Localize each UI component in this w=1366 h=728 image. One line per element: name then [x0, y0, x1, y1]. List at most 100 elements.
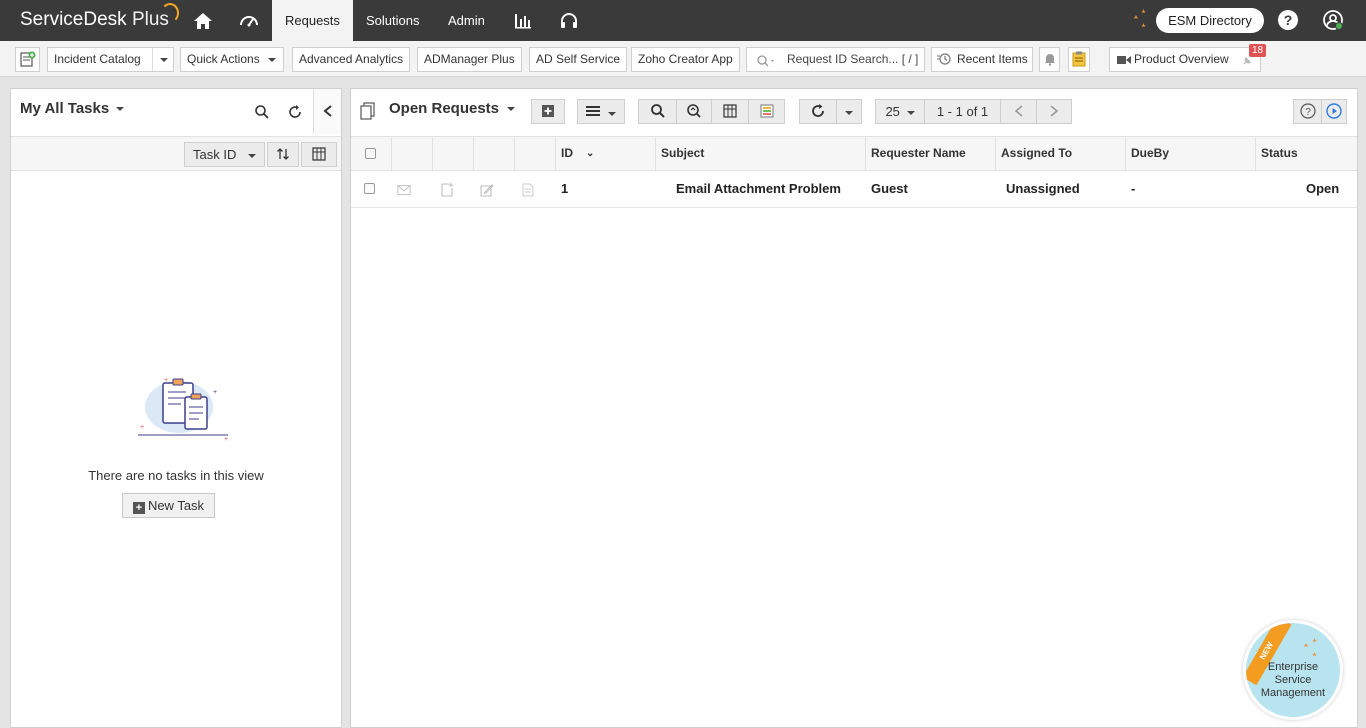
- chevron-down-icon: [116, 107, 125, 112]
- play-circle-icon: [1326, 103, 1342, 119]
- request-id-cell[interactable]: 1: [561, 171, 568, 207]
- tab-admin[interactable]: Admin: [435, 0, 498, 41]
- email-icon[interactable]: [397, 183, 411, 197]
- requester-name-cell: Guest: [871, 181, 908, 196]
- incident-catalog-button[interactable]: Incident Catalog: [47, 47, 174, 72]
- pagination-info: 1 - 1 of 1: [924, 99, 1000, 124]
- collapse-panel-button[interactable]: [313, 89, 341, 134]
- due-by-cell: -: [1131, 181, 1136, 196]
- chevron-down-icon: [906, 110, 915, 115]
- esm-line-2: Service: [1274, 674, 1312, 686]
- advanced-search-icon: [687, 104, 701, 118]
- sort-field-label: Task ID: [193, 147, 237, 162]
- quick-actions-label: Quick Actions: [187, 52, 260, 66]
- header-blank: [515, 137, 556, 170]
- column-header-assigned-to[interactable]: Assigned To: [996, 137, 1126, 170]
- color-legend-button[interactable]: [748, 99, 785, 124]
- incident-catalog-label: Incident Catalog: [54, 52, 141, 66]
- sort-field-dropdown[interactable]: Task ID: [184, 142, 265, 167]
- request-id-search-input[interactable]: Request ID Search... [ / ]: [746, 47, 925, 72]
- row-checkbox[interactable]: [364, 183, 375, 194]
- recent-items-button[interactable]: Recent Items: [931, 47, 1033, 72]
- advanced-search-button[interactable]: [676, 99, 711, 124]
- chevron-down-icon[interactable]: [160, 58, 168, 62]
- ad-self-service-button[interactable]: AD Self Service: [529, 47, 628, 72]
- actions-menu-button[interactable]: [577, 99, 625, 124]
- dashboard-icon[interactable]: [238, 10, 260, 32]
- add-request-button[interactable]: [531, 99, 565, 124]
- esm-stars-icon: [1128, 7, 1152, 33]
- new-request-icon[interactable]: [15, 47, 40, 72]
- requests-toolbar: Open Requests 25 1 - 1 of 1 ?: [351, 89, 1357, 136]
- sort-order-button[interactable]: [267, 142, 299, 167]
- user-profile-icon[interactable]: [1322, 9, 1344, 31]
- tasks-sort-bar: Task ID: [11, 136, 341, 171]
- reports-icon[interactable]: [512, 10, 534, 32]
- play-tour-button[interactable]: [1321, 99, 1347, 124]
- column-chooser-button[interactable]: [301, 142, 337, 167]
- zoho-creator-app-button[interactable]: Zoho Creator App: [631, 47, 740, 72]
- tasks-view-selector[interactable]: My All Tasks: [20, 100, 125, 117]
- announcement-bell-icon[interactable]: [1039, 47, 1060, 72]
- help-icon[interactable]: ?: [1278, 10, 1298, 30]
- admanager-plus-button[interactable]: ADManager Plus: [417, 47, 522, 72]
- app-logo[interactable]: ServiceDesk Plus: [20, 3, 179, 31]
- table-grid-icon: [723, 104, 737, 118]
- advanced-analytics-button[interactable]: Advanced Analytics: [292, 47, 411, 72]
- notification-count-badge: 18: [1249, 44, 1267, 57]
- refresh-icon[interactable]: [287, 104, 303, 120]
- header-blank: [474, 137, 515, 170]
- logo-text: ServiceDesk: [20, 9, 127, 30]
- column-header-status[interactable]: Status: [1256, 137, 1357, 170]
- refresh-button[interactable]: [799, 99, 836, 124]
- support-headset-icon[interactable]: [558, 10, 580, 32]
- column-header-label: ID: [561, 146, 573, 160]
- quick-actions-dropdown[interactable]: Quick Actions: [180, 47, 284, 72]
- requests-view-title: Open Requests: [389, 100, 500, 117]
- clipboard-tasks-icon[interactable]: [1068, 47, 1090, 72]
- column-header-due-by[interactable]: DueBy: [1126, 137, 1256, 170]
- search-icon[interactable]: [254, 104, 270, 120]
- history-icon: [937, 53, 951, 65]
- help-circle-icon: ?: [1299, 103, 1316, 119]
- refresh-icon: [812, 104, 824, 117]
- new-task-button[interactable]: + New Task: [122, 493, 215, 518]
- edit-icon[interactable]: [480, 183, 494, 197]
- home-icon[interactable]: [192, 10, 214, 32]
- svg-text:+: +: [224, 436, 228, 443]
- chevron-down-icon: [247, 153, 256, 158]
- esm-directory-button[interactable]: ESM Directory: [1156, 8, 1264, 33]
- column-header-id[interactable]: ID ⌄: [556, 137, 656, 170]
- tab-solutions[interactable]: Solutions: [353, 0, 432, 41]
- next-page-button[interactable]: [1036, 99, 1072, 124]
- chevron-left-icon: [1014, 105, 1023, 117]
- column-header-subject[interactable]: Subject: [656, 137, 866, 170]
- product-overview-button[interactable]: Product Overview: [1109, 47, 1261, 72]
- tab-requests[interactable]: Requests: [272, 0, 353, 41]
- page-size-dropdown[interactable]: 25: [875, 99, 924, 124]
- column-header-requester[interactable]: Requester Name: [866, 137, 996, 170]
- chevron-down-icon: [608, 111, 617, 116]
- top-navigation-bar: ServiceDesk Plus Requests Solutions Admi…: [0, 0, 1366, 41]
- select-all-checkbox[interactable]: [365, 148, 376, 159]
- table-row[interactable]: 1 Email Attachment Problem Guest Unassig…: [351, 171, 1357, 208]
- recent-items-label: Recent Items: [957, 52, 1028, 66]
- help-button[interactable]: ?: [1293, 99, 1321, 124]
- chevron-down-icon: [507, 107, 516, 112]
- esm-promo-badge[interactable]: NEW Enterprise Service Management: [1243, 620, 1343, 720]
- column-chooser-button[interactable]: [711, 99, 748, 124]
- document-icon[interactable]: [521, 183, 535, 197]
- assigned-to-cell[interactable]: Unassigned: [1006, 171, 1080, 207]
- plus-icon: +: [132, 502, 145, 514]
- plus-icon: [542, 105, 554, 117]
- previous-page-button[interactable]: [1000, 99, 1036, 124]
- status-cell[interactable]: Open: [1306, 171, 1339, 207]
- tasks-panel: My All Tasks Task ID + + + + There are n…: [10, 88, 342, 728]
- search-placeholder: Request ID Search... [ / ]: [787, 52, 919, 66]
- requests-table-header: ID ⌄ Subject Requester Name Assigned To …: [351, 136, 1357, 171]
- add-note-icon[interactable]: [440, 183, 454, 197]
- refresh-options-dropdown[interactable]: [836, 99, 862, 124]
- search-requests-button[interactable]: [638, 99, 676, 124]
- request-subject-link[interactable]: Email Attachment Problem: [676, 171, 841, 207]
- requests-view-selector[interactable]: Open Requests: [389, 100, 516, 117]
